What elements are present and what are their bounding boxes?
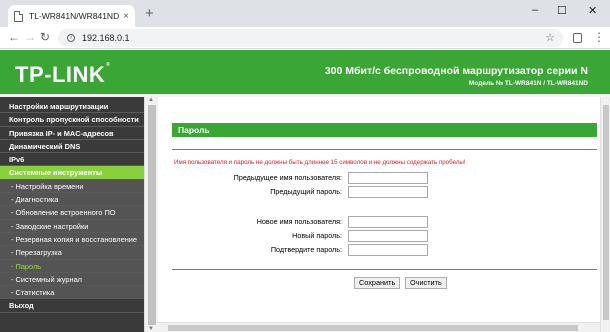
page-icon	[14, 10, 23, 22]
new-tab-icon[interactable]: +	[145, 6, 154, 21]
horizontal-scroll-thumb[interactable]	[168, 325, 578, 331]
sidebar-item[interactable]: Динамический DNS	[0, 139, 144, 154]
sidebar-scrollbar[interactable]: ▲ ▼	[144, 97, 158, 332]
scroll-up-icon[interactable]: ▲	[148, 97, 154, 103]
sidebar-item[interactable]: Контроль пропускной способности	[0, 113, 144, 127]
sidebar-scroll-thumb[interactable]	[148, 105, 156, 325]
old-username-row: Предыдущее имя пользователя:	[158, 172, 610, 185]
info-icon[interactable]: i	[67, 34, 75, 42]
sidebar-item[interactable]: - Пароль	[0, 259, 144, 273]
confirm-password-input[interactable]	[348, 244, 428, 256]
tab-strip: TL-WR841N/WR841ND × + – ☐ ✕	[0, 0, 610, 27]
new-password-label: Новый пароль:	[292, 231, 342, 240]
new-password-row: Новый пароль:	[158, 230, 610, 243]
sidebar-item[interactable]: - Системный журнал	[0, 272, 144, 287]
new-username-label: Новое имя пользователя:	[256, 217, 342, 226]
profile-icon[interactable]	[573, 33, 582, 43]
horizontal-scrollbar[interactable]	[158, 322, 600, 332]
divider	[172, 149, 597, 150]
sidebar-item[interactable]: - Резервная копия и восстановление	[0, 232, 144, 247]
sidebar-item[interactable]: - Заводские настройки	[0, 219, 144, 233]
panel-title: Пароль	[172, 123, 597, 137]
forward-icon[interactable]: →	[24, 30, 36, 44]
confirm-password-label: Подтвердите пароль:	[270, 245, 342, 254]
sidebar-item[interactable]: Выход	[0, 299, 144, 313]
router-header: TP-LINK® 300 Мбит/с беспроводной маршрут…	[0, 50, 610, 94]
address-bar[interactable]: i 192.168.0.1 ☆	[58, 29, 563, 47]
sidebar-item[interactable]: Привязка IP- и MAC-адресов	[0, 126, 144, 140]
warning-text: Имя пользователя и пароль не должны быть…	[174, 159, 466, 166]
sidebar-menu: Настройки маршрутизации Контроль пропускн…	[0, 97, 158, 332]
main-scrollbar[interactable]	[600, 97, 610, 332]
main-content: Пароль Имя пользователя и пароль не долж…	[158, 97, 610, 332]
new-username-input[interactable]	[348, 216, 428, 228]
sidebar-item[interactable]: - Диагностика	[0, 193, 144, 207]
sidebar-item[interactable]: - Настройка времени	[0, 179, 144, 194]
old-password-label: Предыдущий пароль:	[270, 187, 342, 196]
confirm-password-row: Подтвердите пароль:	[158, 244, 610, 257]
sidebar-item[interactable]: Системные инструменты	[0, 166, 144, 180]
old-password-input[interactable]	[348, 186, 428, 198]
model-number: Модель № TL-WR841N / TL-WR841ND	[468, 80, 588, 87]
router-title: 300 Мбит/с беспроводной маршрутизатор се…	[324, 65, 588, 77]
menu-icon[interactable]: ⋮	[593, 30, 605, 44]
new-password-input[interactable]	[348, 230, 428, 242]
browser-window: TL-WR841N/WR841ND × + – ☐ ✕ ← → ↻ i 192.…	[0, 0, 610, 332]
url-text[interactable]: 192.168.0.1	[82, 33, 130, 43]
tab-title: TL-WR841N/WR841ND	[29, 11, 120, 21]
old-username-label: Предыдущее имя пользователя:	[233, 173, 342, 182]
main-scroll-thumb[interactable]	[603, 105, 609, 320]
save-button[interactable]: Сохранить	[354, 277, 401, 289]
close-tab-icon[interactable]: ×	[123, 11, 129, 22]
old-password-row: Предыдущий пароль:	[158, 186, 610, 199]
scroll-down-icon[interactable]: ▼	[148, 326, 154, 332]
bookmark-star-icon[interactable]: ☆	[545, 31, 555, 44]
new-username-row: Новое имя пользователя:	[158, 216, 610, 229]
browser-tab[interactable]: TL-WR841N/WR841ND ×	[8, 5, 135, 27]
sidebar-item[interactable]: - Статистика	[0, 286, 144, 300]
sidebar-item[interactable]: - Обновление встроенного ПО	[0, 206, 144, 220]
sidebar-item[interactable]: Настройки маршрутизации	[0, 100, 144, 114]
clear-button[interactable]: Очистить	[405, 277, 447, 289]
menu-list: Настройки маршрутизации Контроль пропускн…	[0, 100, 144, 313]
reload-icon[interactable]: ↻	[40, 30, 50, 44]
minimize-icon[interactable]: –	[532, 4, 538, 16]
tp-link-logo: TP-LINK®	[15, 62, 111, 87]
sidebar-item[interactable]: IPv6	[0, 153, 144, 167]
old-username-input[interactable]	[348, 172, 428, 184]
sidebar-item[interactable]: - Перезагрузка	[0, 246, 144, 260]
divider-bottom	[172, 269, 597, 270]
maximize-icon[interactable]: ☐	[557, 4, 567, 17]
browser-toolbar: ← → ↻ i 192.168.0.1 ☆ ⋮	[0, 27, 610, 49]
back-icon[interactable]: ←	[8, 30, 20, 44]
window-close-icon[interactable]: ✕	[588, 4, 597, 17]
